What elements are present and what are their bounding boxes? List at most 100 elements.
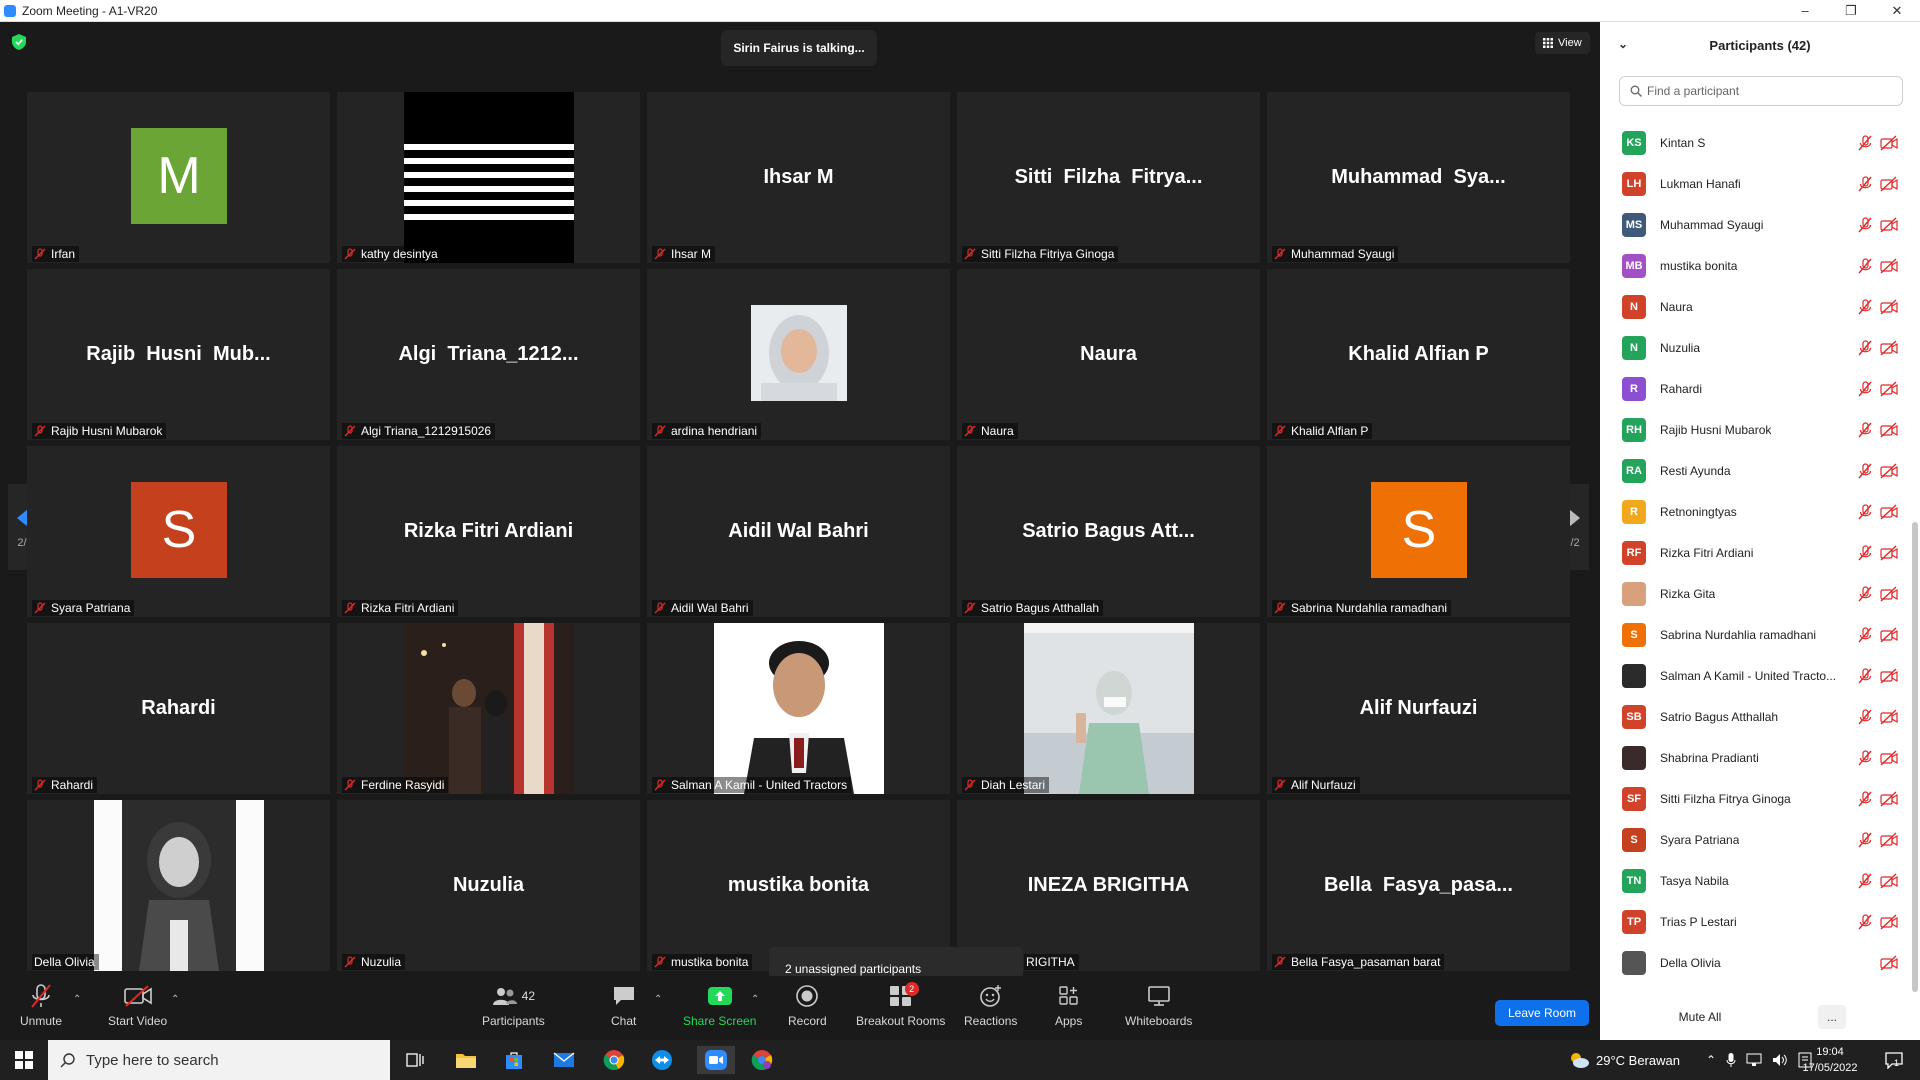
more-options-button[interactable]: ... — [1818, 1005, 1846, 1029]
participant-row[interactable]: Della Olivia — [1600, 942, 1910, 983]
video-off-icon[interactable] — [1880, 503, 1898, 520]
video-off-icon[interactable] — [1880, 749, 1898, 766]
participant-row[interactable]: TP Trias P Lestari — [1600, 901, 1910, 942]
participant-row[interactable]: R Rahardi — [1600, 368, 1910, 409]
video-off-icon[interactable] — [1880, 298, 1898, 315]
maximize-button[interactable]: ❐ — [1828, 0, 1874, 21]
video-tile[interactable]: Ihsar M Ihsar M — [647, 92, 950, 263]
mic-muted-icon[interactable] — [1857, 339, 1873, 356]
minimize-button[interactable]: – — [1782, 0, 1828, 21]
mute-all-button[interactable]: Mute All — [1668, 1005, 1732, 1029]
participant-row[interactable]: SB Satrio Bagus Atthallah — [1600, 696, 1910, 737]
zoom-taskbar-icon[interactable] — [697, 1046, 735, 1074]
mic-muted-icon[interactable] — [1857, 913, 1873, 930]
participant-row[interactable]: MB mustika bonita — [1600, 245, 1910, 286]
video-options-caret[interactable]: ⌃ — [171, 994, 179, 1005]
video-tile[interactable]: kathy desintya — [337, 92, 640, 263]
video-tile[interactable]: INEZA BRIGITHA RIGITHA — [957, 800, 1260, 971]
view-button[interactable]: View — [1535, 32, 1590, 54]
start-video-button[interactable]: Start Video — [108, 982, 167, 1028]
participant-row[interactable]: LH Lukman Hanafi — [1600, 163, 1910, 204]
chrome-profile-icon[interactable] — [748, 1046, 776, 1074]
volume-icon[interactable] — [1772, 1053, 1788, 1067]
mic-muted-icon[interactable] — [1857, 790, 1873, 807]
file-explorer-icon[interactable] — [452, 1046, 480, 1074]
mic-muted-icon[interactable] — [1857, 544, 1873, 561]
video-tile[interactable]: Rahardi Rahardi — [27, 623, 330, 794]
mic-muted-icon[interactable] — [1857, 257, 1873, 274]
participants-button[interactable]: 42 Participants — [482, 982, 545, 1028]
mic-muted-icon[interactable] — [1857, 462, 1873, 479]
breakout-rooms-button[interactable]: 2 Breakout Rooms — [856, 982, 945, 1028]
apps-button[interactable]: Apps — [1055, 982, 1082, 1028]
video-tile[interactable]: Muhammad Sya... Muhammad Syaugi — [1267, 92, 1570, 263]
video-tile[interactable]: Sitti Filzha Fitrya... Sitti Filzha Fitr… — [957, 92, 1260, 263]
video-tile[interactable]: Ferdine Rasyidi — [337, 623, 640, 794]
participant-row[interactable]: N Nuzulia — [1600, 327, 1910, 368]
participant-row[interactable]: Rizka Gita — [1600, 573, 1910, 614]
video-tile[interactable]: Diah Lestari — [957, 623, 1260, 794]
participant-row[interactable]: MS Muhammad Syaugi — [1600, 204, 1910, 245]
network-icon[interactable] — [1746, 1053, 1762, 1067]
mic-muted-icon[interactable] — [1857, 708, 1873, 725]
chevron-down-icon[interactable]: ⌄ — [1618, 37, 1628, 51]
whiteboards-button[interactable]: Whiteboards — [1125, 982, 1192, 1028]
video-tile[interactable]: Nuzulia Nuzulia — [337, 800, 640, 971]
video-tile[interactable]: Rizka Fitri Ardiani Rizka Fitri Ardiani — [337, 446, 640, 617]
chevron-up-icon[interactable]: ⌃ — [1706, 1053, 1716, 1067]
video-tile[interactable]: Alif Nurfauzi Alif Nurfauzi — [1267, 623, 1570, 794]
video-off-icon[interactable] — [1880, 421, 1898, 438]
video-tile[interactable]: Salman A Kamil - United Tractors — [647, 623, 950, 794]
chrome-icon[interactable] — [600, 1046, 628, 1074]
video-tile[interactable]: Della Olivia — [27, 800, 330, 971]
close-button[interactable]: ✕ — [1874, 0, 1920, 21]
video-off-icon[interactable] — [1880, 954, 1898, 971]
audio-options-caret[interactable]: ⌃ — [73, 994, 81, 1005]
video-tile[interactable]: mustika bonita mustika bonita — [647, 800, 950, 971]
mic-muted-icon[interactable] — [1857, 380, 1873, 397]
video-off-icon[interactable] — [1880, 872, 1898, 889]
mail-icon[interactable] — [550, 1046, 578, 1074]
participant-row[interactable]: R Retnoningtyas — [1600, 491, 1910, 532]
mic-muted-icon[interactable] — [1857, 175, 1873, 192]
mic-muted-icon[interactable] — [1857, 298, 1873, 315]
teamviewer-icon[interactable] — [648, 1046, 676, 1074]
participant-row[interactable]: Salman A Kamil - United Tracto... — [1600, 655, 1910, 696]
video-off-icon[interactable] — [1880, 667, 1898, 684]
participant-row[interactable]: N Naura — [1600, 286, 1910, 327]
video-off-icon[interactable] — [1880, 708, 1898, 725]
video-off-icon[interactable] — [1880, 585, 1898, 602]
video-off-icon[interactable] — [1880, 257, 1898, 274]
leave-room-button[interactable]: Leave Room — [1495, 1000, 1589, 1026]
video-off-icon[interactable] — [1880, 462, 1898, 479]
video-tile[interactable]: ardina hendriani — [647, 269, 950, 440]
mic-muted-icon[interactable] — [1857, 134, 1873, 151]
video-off-icon[interactable] — [1880, 339, 1898, 356]
video-tile[interactable]: Rajib Husni Mub... Rajib Husni Mubarok — [27, 269, 330, 440]
taskbar-clock[interactable]: 19:04 17/05/2022 — [1795, 1044, 1865, 1076]
record-button[interactable]: Record — [788, 982, 827, 1028]
video-off-icon[interactable] — [1880, 626, 1898, 643]
video-tile[interactable]: Aidil Wal Bahri Aidil Wal Bahri — [647, 446, 950, 617]
chat-button[interactable]: Chat — [611, 982, 636, 1028]
scrollbar[interactable] — [1912, 522, 1918, 992]
video-off-icon[interactable] — [1880, 913, 1898, 930]
share-options-caret[interactable]: ⌃ — [751, 994, 759, 1005]
find-participant-input[interactable]: Find a participant — [1619, 76, 1903, 106]
share-screen-button[interactable]: Share Screen — [683, 982, 756, 1028]
mic-muted-icon[interactable] — [1857, 667, 1873, 684]
video-off-icon[interactable] — [1880, 216, 1898, 233]
video-off-icon[interactable] — [1880, 380, 1898, 397]
video-tile[interactable]: Naura Naura — [957, 269, 1260, 440]
microphone-icon[interactable] — [1726, 1052, 1736, 1068]
video-off-icon[interactable] — [1880, 544, 1898, 561]
security-shield-icon[interactable] — [12, 34, 26, 50]
mic-muted-icon[interactable] — [1857, 626, 1873, 643]
video-off-icon[interactable] — [1880, 790, 1898, 807]
participant-row[interactable]: KS Kintan S — [1600, 122, 1910, 163]
mic-muted-icon[interactable] — [1857, 749, 1873, 766]
unmute-button[interactable]: Unmute — [20, 982, 62, 1028]
participant-row[interactable]: RA Resti Ayunda — [1600, 450, 1910, 491]
participant-row[interactable]: S Syara Patriana — [1600, 819, 1910, 860]
mic-muted-icon[interactable] — [1857, 831, 1873, 848]
